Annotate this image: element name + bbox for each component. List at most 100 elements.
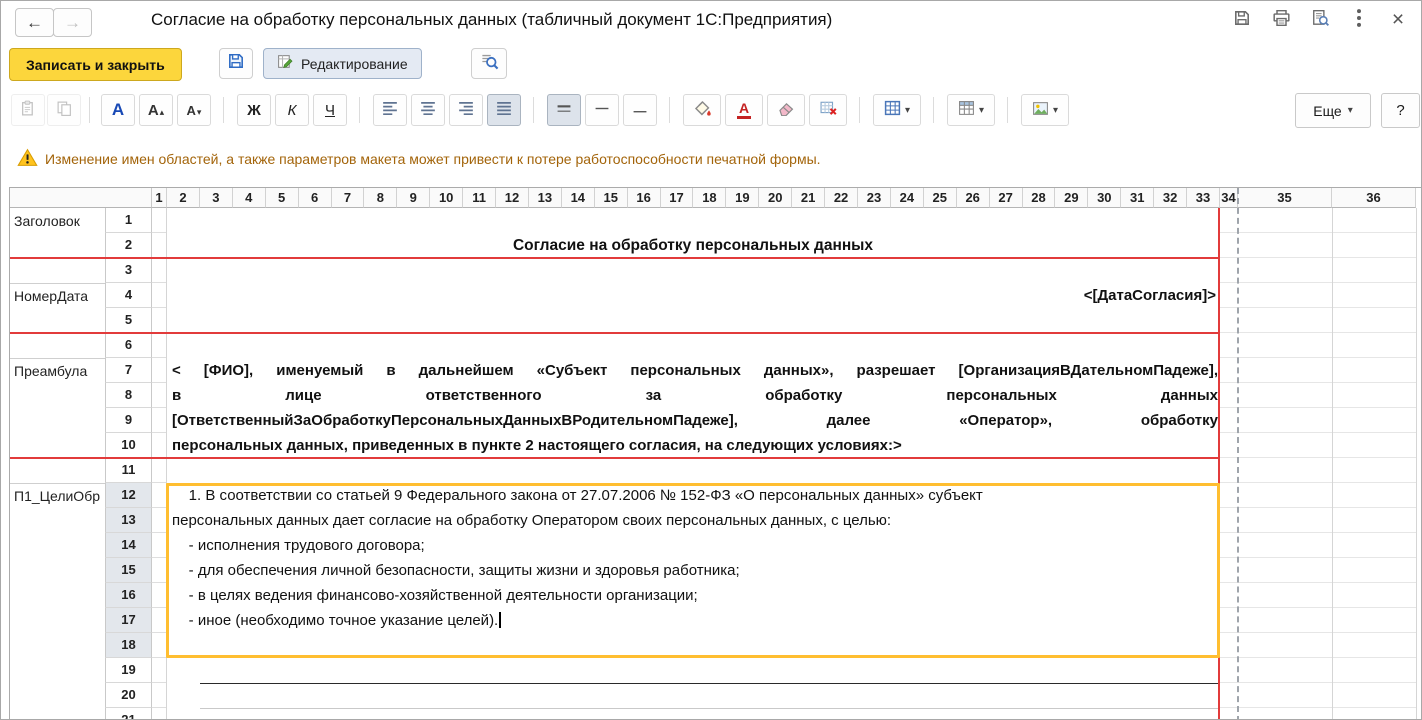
row-header-21[interactable]: 21 (105, 708, 152, 719)
underline-button[interactable]: Ч (313, 94, 347, 126)
kebab-menu-button[interactable] (1348, 8, 1370, 31)
column-header-12[interactable]: 12 (496, 188, 529, 208)
column-header-32[interactable]: 32 (1154, 188, 1188, 208)
column-header-1[interactable]: 1 (152, 188, 167, 208)
font-increase-button[interactable]: А▴ (139, 94, 173, 126)
column-header-27[interactable]: 27 (989, 188, 1023, 208)
fill-color-button[interactable] (683, 94, 721, 126)
column-header-28[interactable]: 28 (1022, 188, 1056, 208)
column-header-14[interactable]: 14 (561, 188, 595, 208)
column-header-3[interactable]: 3 (199, 188, 233, 208)
area-label-nomerdata[interactable]: НомерДата (14, 285, 103, 307)
row-header-15[interactable]: 15 (105, 558, 152, 583)
row-header-16[interactable]: 16 (105, 583, 152, 608)
column-header-5[interactable]: 5 (265, 188, 299, 208)
zoom-view-button[interactable] (471, 48, 507, 79)
row-header-8[interactable]: 8 (105, 383, 152, 408)
eraser-button[interactable] (767, 94, 805, 126)
row-header-2[interactable]: 2 (105, 233, 152, 258)
row-header-7[interactable]: 7 (105, 358, 152, 383)
borders-dropdown-button[interactable]: ▾ (873, 94, 921, 126)
area-label-zagolovok[interactable]: Заголовок (14, 210, 103, 232)
row-header-13[interactable]: 13 (105, 508, 152, 533)
column-header-2[interactable]: 2 (167, 188, 200, 208)
column-header-24[interactable]: 24 (890, 188, 924, 208)
area-label-preambula[interactable]: Преамбула (14, 360, 103, 382)
forward-button[interactable]: → (53, 8, 92, 37)
column-header-16[interactable]: 16 (627, 188, 661, 208)
column-header-25[interactable]: 25 (923, 188, 957, 208)
back-button[interactable]: ← (15, 8, 54, 37)
more-button[interactable]: Еще ▾ (1295, 93, 1371, 128)
column-header-15[interactable]: 15 (594, 188, 628, 208)
column-header-6[interactable]: 6 (298, 188, 332, 208)
line-style-double-button[interactable] (547, 94, 581, 126)
paste-button[interactable] (11, 94, 45, 126)
row-header-10[interactable]: 10 (105, 433, 152, 458)
area-label-p1-celi[interactable]: П1_ЦелиОбр (14, 485, 103, 507)
column-header-33[interactable]: 33 (1187, 188, 1220, 208)
row-header-9[interactable]: 9 (105, 408, 152, 433)
bold-button[interactable]: Ж (237, 94, 271, 126)
row-header-5[interactable]: 5 (105, 308, 152, 333)
merge-cells-dropdown-button[interactable]: ▾ (947, 94, 995, 126)
column-header-17[interactable]: 17 (660, 188, 694, 208)
save-and-close-button[interactable]: Записать и закрыть (9, 48, 182, 81)
text-color-button[interactable]: А (725, 94, 763, 126)
column-header-21[interactable]: 21 (792, 188, 826, 208)
column-header-34[interactable]: 34 (1219, 188, 1238, 208)
row-header-4[interactable]: 4 (105, 283, 152, 308)
align-center-button[interactable] (411, 94, 445, 126)
column-header-35[interactable]: 35 (1237, 188, 1332, 208)
column-header-11[interactable]: 11 (463, 188, 497, 208)
preamble-cell[interactable]: < [ФИО], именуемый в дальнейшем «Субъект… (172, 358, 1218, 458)
close-button[interactable]: × (1387, 9, 1409, 31)
column-header-36[interactable]: 36 (1331, 188, 1416, 208)
row-header-1[interactable]: 1 (105, 208, 152, 233)
column-header-19[interactable]: 19 (726, 188, 760, 208)
clear-format-button[interactable] (809, 94, 847, 126)
print-icon-button[interactable] (1270, 9, 1292, 31)
align-left-button[interactable] (373, 94, 407, 126)
picture-dropdown-button[interactable]: ▾ (1021, 94, 1069, 126)
row-header-17[interactable]: 17 (105, 608, 152, 633)
column-header-8[interactable]: 8 (364, 188, 398, 208)
select-all-corner[interactable] (10, 188, 152, 208)
column-header-10[interactable]: 10 (430, 188, 464, 208)
line-style-middle-button[interactable] (585, 94, 619, 126)
help-button[interactable]: ? (1381, 93, 1420, 128)
column-header-9[interactable]: 9 (397, 188, 431, 208)
date-placeholder-cell[interactable]: <[ДатаСогласия]> (166, 283, 1221, 308)
edit-mode-toggle[interactable]: Редактирование (263, 48, 422, 79)
row-header-20[interactable]: 20 (105, 683, 152, 708)
line-style-bottom-button[interactable] (623, 94, 657, 126)
column-header-29[interactable]: 29 (1055, 188, 1089, 208)
row-header-11[interactable]: 11 (105, 458, 152, 483)
font-button[interactable]: А (101, 94, 135, 126)
column-header-23[interactable]: 23 (858, 188, 891, 208)
quick-save-button[interactable] (219, 48, 253, 79)
column-header-7[interactable]: 7 (331, 188, 365, 208)
column-header-26[interactable]: 26 (956, 188, 990, 208)
column-header-31[interactable]: 31 (1121, 188, 1155, 208)
column-header-20[interactable]: 20 (759, 188, 793, 208)
column-header-22[interactable]: 22 (825, 188, 858, 208)
column-header-4[interactable]: 4 (232, 188, 266, 208)
column-header-30[interactable]: 30 (1088, 188, 1122, 208)
row-header-3[interactable]: 3 (105, 258, 152, 283)
align-right-button[interactable] (449, 94, 483, 126)
font-decrease-button[interactable]: А▾ (177, 94, 211, 126)
copy-button[interactable] (47, 94, 81, 126)
column-header-18[interactable]: 18 (693, 188, 727, 208)
row-header-14[interactable]: 14 (105, 533, 152, 558)
save-icon-button[interactable] (1231, 9, 1253, 31)
row-header-18[interactable]: 18 (105, 633, 152, 658)
column-header-13[interactable]: 13 (528, 188, 562, 208)
align-justify-button[interactable] (487, 94, 521, 126)
row-header-6[interactable]: 6 (105, 333, 152, 358)
row-header-19[interactable]: 19 (105, 658, 152, 683)
preview-icon-button[interactable] (1309, 9, 1331, 31)
title-cell[interactable]: Согласие на обработку персональных данны… (166, 233, 1220, 258)
row-header-12[interactable]: 12 (105, 483, 152, 508)
italic-button[interactable]: К (275, 94, 309, 126)
